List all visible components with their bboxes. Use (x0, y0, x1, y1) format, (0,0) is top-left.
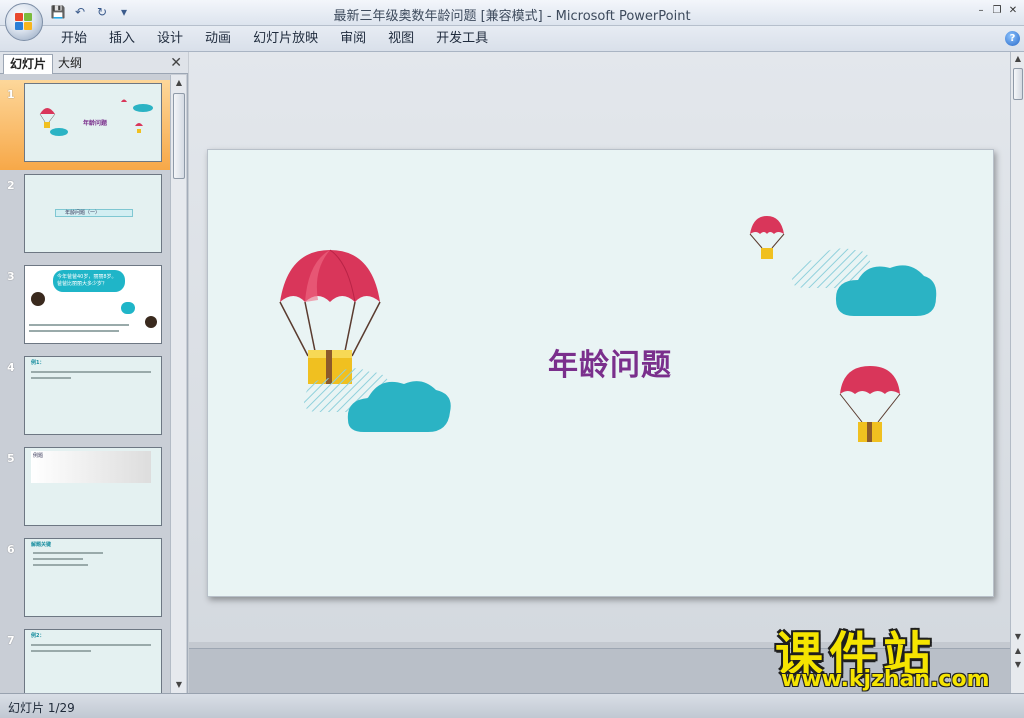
thumbnail-number: 3 (7, 270, 15, 283)
text-line (31, 371, 151, 373)
text-line (29, 330, 119, 332)
thumbnail-5[interactable]: 5 例题 (0, 444, 170, 534)
ribbon: 开始 插入 设计 动画 幻灯片放映 审阅 视图 开发工具 ? (0, 26, 1024, 52)
slide-counter: 幻灯片 1/29 (8, 701, 75, 715)
thumbnail-2[interactable]: 2 年龄问题（一） (0, 171, 170, 261)
close-pane-icon[interactable]: ✕ (170, 55, 182, 71)
close-icon[interactable]: ✕ (1006, 3, 1020, 17)
text-line (29, 324, 129, 326)
tab-view[interactable]: 视图 (377, 26, 425, 52)
next-slide-icon[interactable]: ▼ (1011, 658, 1024, 672)
thumbnail-1[interactable]: 1 年龄问题 (0, 80, 170, 170)
tab-design[interactable]: 设计 (146, 26, 194, 52)
thumbnail-title: 例题 (33, 453, 44, 459)
thumbnail-number: 7 (7, 634, 15, 647)
status-bar: 幻灯片 1/29 (0, 693, 1024, 718)
help-icon[interactable]: ? (1005, 31, 1020, 46)
thumbnail-number: 4 (7, 361, 15, 374)
ribbon-tabs: 开始 插入 设计 动画 幻灯片放映 审阅 视图 开发工具 (50, 26, 499, 52)
thumbnail-3[interactable]: 3 今年爸爸40岁，丽丽8岁。爸爸比丽丽大多少岁？ (0, 262, 170, 352)
text-line (31, 644, 151, 646)
tab-animations[interactable]: 动画 (194, 26, 242, 52)
tab-outline[interactable]: 大纲 (52, 54, 112, 74)
watermark-url: www.kjzhan.com (781, 667, 990, 692)
scrollbar-thumb[interactable] (173, 93, 185, 179)
thumbnail-preview: 年龄问题 (24, 83, 162, 162)
thumbnail-image (31, 451, 151, 483)
window-controls: – ❐ ✕ (974, 3, 1020, 17)
thumbnail-6[interactable]: 6 解题关键 (0, 535, 170, 625)
office-button[interactable] (5, 3, 43, 41)
tab-review[interactable]: 审阅 (329, 26, 377, 52)
thumbnail-preview: 今年爸爸40岁，丽丽8岁。爸爸比丽丽大多少岁？ (24, 265, 162, 344)
tab-developer[interactable]: 开发工具 (425, 26, 499, 52)
previous-slide-icon[interactable]: ▲ (1011, 644, 1024, 658)
watermark-logo: 课件站 www.kjzhan.com (775, 615, 1005, 695)
tab-home[interactable]: 开始 (50, 26, 98, 52)
office-logo-icon (15, 13, 33, 31)
scrollbar-thumb[interactable] (1013, 68, 1023, 100)
slide-workspace: 年龄问题 (189, 52, 1010, 693)
thumbnail-title: 年龄问题 (83, 120, 108, 127)
text-line (33, 564, 88, 566)
text-line (33, 552, 103, 554)
minimize-icon[interactable]: – (974, 3, 988, 17)
thumbnail-scrollbar[interactable]: ▲ ▼ (170, 75, 186, 693)
thumbnail-title: 解题关键 (31, 542, 52, 548)
thumbnail-number: 1 (7, 88, 15, 101)
speech-bubble-small (121, 302, 135, 314)
thumbnail-title: 年龄问题（一） (65, 210, 101, 216)
thumbnail-preview: 例2： (24, 629, 162, 693)
text-line (31, 650, 91, 652)
large-parachute (279, 249, 381, 384)
text-line (31, 377, 71, 379)
girl-avatar (145, 316, 157, 328)
tab-insert[interactable]: 插入 (98, 26, 146, 52)
thumbnail-preview: 例题 (24, 447, 162, 526)
scroll-up-icon[interactable]: ▲ (171, 75, 187, 91)
thumbnail-number: 5 (7, 452, 15, 465)
thumbnail-4[interactable]: 4 例1： (0, 353, 170, 443)
thumbnail-title: 例1： (31, 360, 45, 366)
window-title: 最新三年级奥数年龄问题 [兼容模式] - Microsoft PowerPoin… (333, 9, 691, 24)
thumbnail-title: 今年爸爸40岁，丽丽8岁。爸爸比丽丽大多少岁？ (57, 274, 117, 287)
thumbnail-preview: 年龄问题（一） (24, 174, 162, 253)
tab-slideshow[interactable]: 幻灯片放映 (242, 26, 329, 52)
small-parachute-right (839, 366, 901, 442)
pane-tabs: 幻灯片 大纲 ✕ (0, 52, 188, 74)
tab-slides[interactable]: 幻灯片 (3, 54, 54, 74)
scroll-up-icon[interactable]: ▲ (1011, 52, 1024, 66)
small-parachute-top (749, 216, 785, 259)
boy-avatar (31, 292, 45, 306)
thumbnail-title: 例2： (31, 633, 45, 639)
thumbnail-list: 1 年龄问题 2 年龄问题（一） 3 今年爸爸40岁，丽丽8岁。爸爸比丽丽大多少… (0, 75, 170, 693)
current-slide[interactable]: 年龄问题 (207, 149, 994, 597)
slide-scrollbar[interactable]: ▲ ▼ ▲ ▼ (1010, 52, 1024, 693)
thumbnail-number: 2 (7, 179, 15, 192)
thumbnail-number: 6 (7, 543, 15, 556)
text-line (33, 558, 83, 560)
slide-title[interactable]: 年龄问题 (548, 340, 672, 384)
thumbnail-preview: 例1： (24, 356, 162, 435)
scroll-down-icon[interactable]: ▼ (171, 677, 187, 693)
thumbnail-preview: 解题关键 (24, 538, 162, 617)
title-bar: 💾 ↶ ↻ ▾ 最新三年级奥数年龄问题 [兼容模式] - Microsoft P… (0, 0, 1024, 26)
restore-icon[interactable]: ❐ (990, 3, 1004, 17)
right-cloud (792, 248, 937, 316)
slides-pane: 幻灯片 大纲 ✕ 1 年龄问题 2 年龄问题（一） 3 今年爸爸40岁，丽丽8岁… (0, 52, 188, 693)
slide-canvas-area: 年龄问题 (189, 52, 1010, 642)
scroll-down-icon[interactable]: ▼ (1011, 630, 1024, 644)
thumbnail-7[interactable]: 7 例2： (0, 626, 170, 693)
